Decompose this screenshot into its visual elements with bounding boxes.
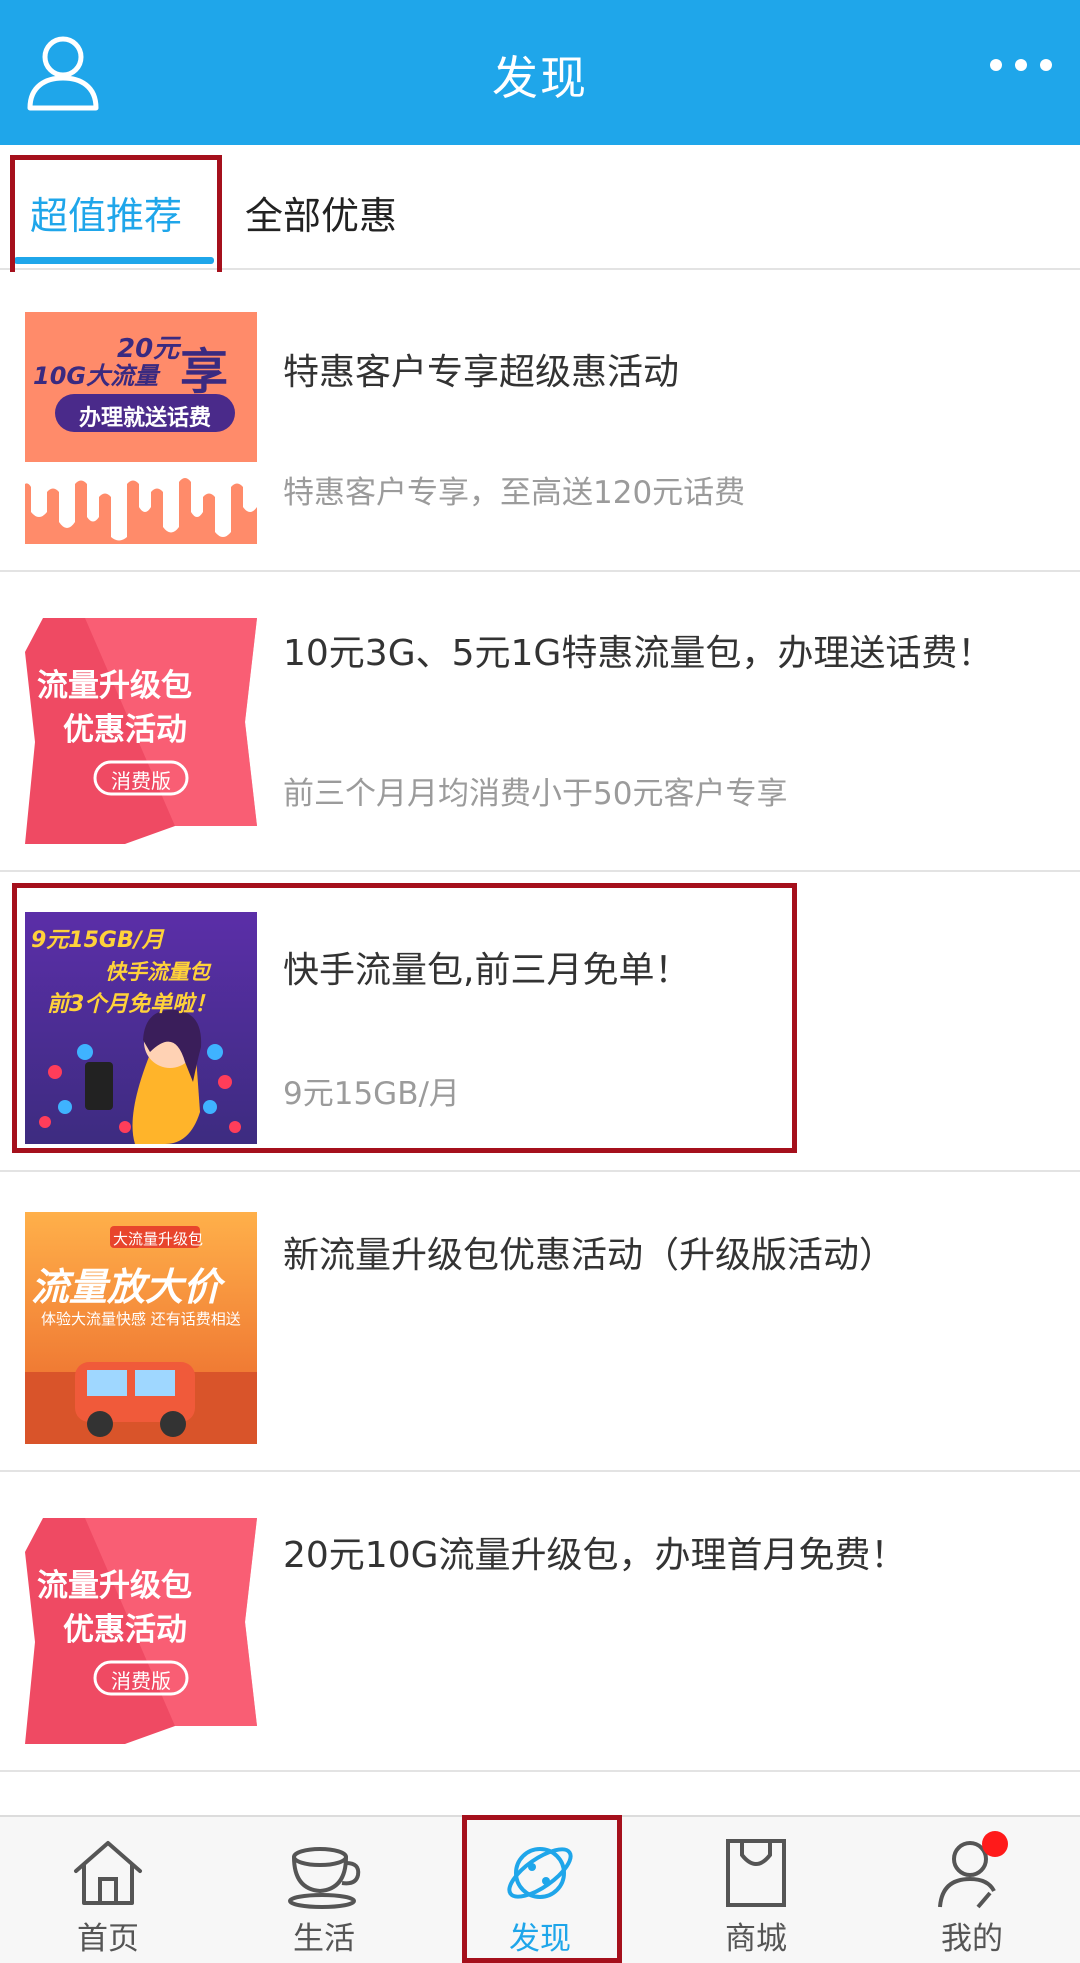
- list-item[interactable]: 20元 10G大流量 享 办理就送话费 特惠客户专享超级惠活动 特惠客户专享，至…: [0, 272, 1080, 572]
- item-subtitle: 前三个月月均消费小于50元客户专享: [283, 776, 788, 812]
- thumb-text: 流量升级包: [37, 668, 192, 704]
- nav-item-me[interactable]: 我的: [864, 1817, 1080, 1963]
- coffee-cup-icon: [284, 1833, 364, 1913]
- item-title: 新流量升级包优惠活动（升级版活动）: [283, 1235, 896, 1276]
- thumb-text: 优惠活动: [63, 1612, 187, 1648]
- page-title: 发现: [492, 51, 588, 105]
- thumb-text: 消费版: [111, 1669, 171, 1693]
- offer-thumbnail: 大流量升级包 流量放大价 体验大流量快感 还有话费相送: [25, 1212, 257, 1444]
- notification-dot: [982, 1831, 1008, 1857]
- shopping-bag-icon: [716, 1833, 796, 1913]
- annotation-box-item: [12, 883, 797, 1153]
- item-title: 10元3G、5元1G特惠流量包，办理送话费！: [283, 633, 994, 674]
- item-title: 20元10G流量升级包，办理首月免费！: [283, 1535, 907, 1576]
- nav-label: 首页: [77, 1921, 139, 1957]
- thumb-text: 享: [180, 344, 229, 400]
- thumb-text: 10G大流量: [33, 362, 159, 390]
- item-subtitle: 特惠客户专享，至高送120元话费: [283, 475, 746, 511]
- nav-item-home[interactable]: 首页: [0, 1817, 216, 1963]
- app-header: 发现: [0, 0, 1080, 145]
- thumb-text: 消费版: [111, 769, 171, 793]
- nav-label: 我的: [941, 1921, 1003, 1957]
- nav-item-life[interactable]: 生活: [216, 1817, 432, 1963]
- thumb-text: 优惠活动: [63, 712, 187, 748]
- list-item[interactable]: 9元15GB/月 快手流量包 前3个月免单啦！ 快手流量包,前三月免单！ 9元1…: [0, 872, 1080, 1172]
- offer-thumbnail: 20元 10G大流量 享 办理就送话费: [25, 312, 257, 544]
- more-dots-icon[interactable]: [986, 50, 1056, 80]
- tab-all-offers[interactable]: 全部优惠: [245, 185, 397, 240]
- thumb-text: 大流量升级包: [113, 1230, 204, 1248]
- thumb-text: 体验大流量快感 还有话费相送: [41, 1310, 241, 1328]
- list-item[interactable]: 流量升级包 优惠活动 消费版 10元3G、5元1G特惠流量包，办理送话费！ 前三…: [0, 572, 1080, 872]
- home-icon: [68, 1833, 148, 1913]
- thumb-text: 流量升级包: [37, 1568, 192, 1604]
- thumb-text: 办理就送话费: [78, 406, 211, 431]
- nav-item-mall[interactable]: 商城: [648, 1817, 864, 1963]
- list-item[interactable]: 流量升级包 优惠活动 消费版 20元10G流量升级包，办理首月免费！: [0, 1472, 1080, 1772]
- item-title: 特惠客户专享超级惠活动: [283, 352, 680, 393]
- annotation-box-nav: [462, 1815, 622, 1963]
- list-item[interactable]: 大流量升级包 流量放大价 体验大流量快感 还有话费相送 新流量升级包优惠活动（升…: [0, 1172, 1080, 1472]
- offer-thumbnail: 流量升级包 优惠活动 消费版: [25, 612, 257, 844]
- nav-label: 生活: [293, 1921, 355, 1957]
- annotation-box-tab: [10, 155, 222, 280]
- nav-label: 商城: [725, 1921, 787, 1957]
- thumb-text: 流量放大价: [31, 1265, 222, 1309]
- offer-thumbnail: 流量升级包 优惠活动 消费版: [25, 1512, 257, 1744]
